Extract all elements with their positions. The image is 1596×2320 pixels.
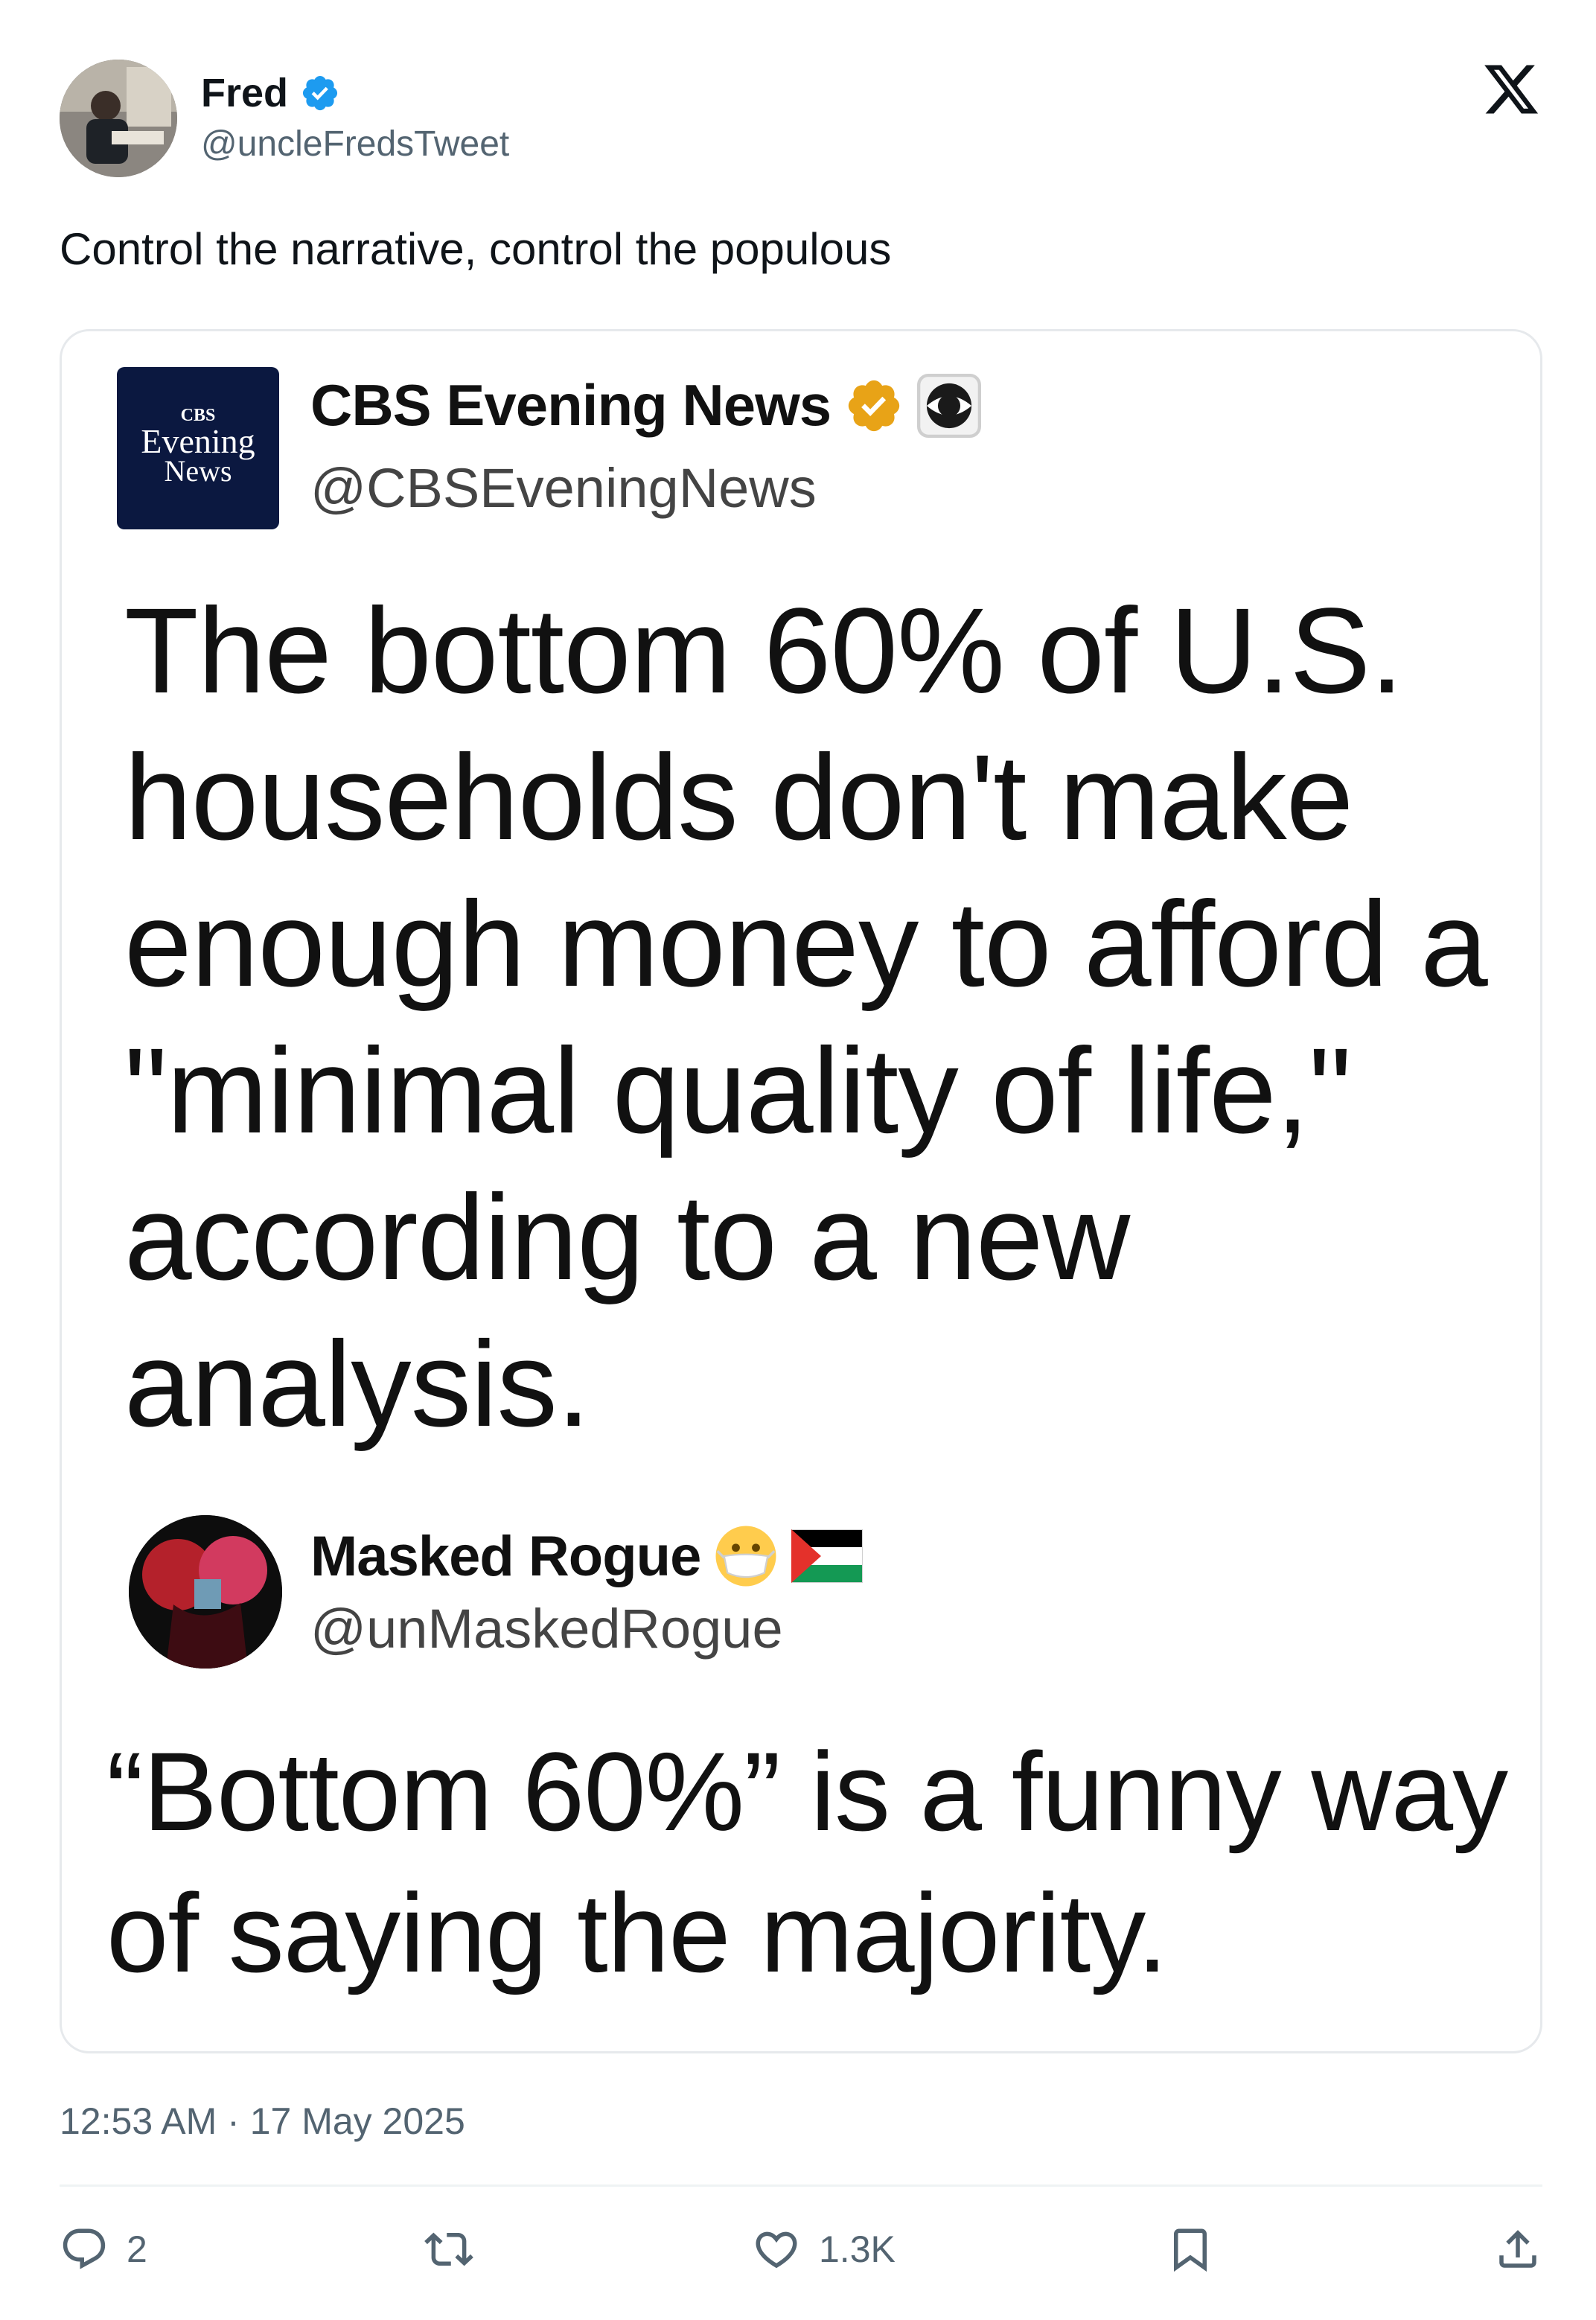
- action-bar: 2 1.3K: [60, 2216, 1542, 2283]
- source-name: CBS Evening News: [310, 372, 831, 438]
- reply-author-name: Masked Rogue: [310, 1524, 701, 1588]
- tweet-image[interactable]: CBS Evening News CBS Evening News @CBSEv…: [60, 329, 1542, 2053]
- repost-button[interactable]: [424, 2216, 491, 2283]
- reply-avatar: [129, 1515, 282, 1669]
- news-headline: The bottom 60% of U.S. households don't …: [124, 582, 1488, 1452]
- bookmark-icon: [1174, 2228, 1207, 2272]
- author-avatar[interactable]: [60, 60, 177, 177]
- reply-text: “Bottom 60%” is a funny way of saying th…: [106, 1729, 1508, 1995]
- palestine-flag-icon: [791, 1529, 864, 1583]
- mask-face-emoji-icon: [715, 1526, 776, 1587]
- source-handle: @CBSEveningNews: [310, 457, 817, 519]
- repost-icon: [424, 2232, 473, 2266]
- reply-count: 2: [127, 2228, 147, 2270]
- reply-icon: [63, 2228, 106, 2269]
- reply-author-handle: @unMaskedRogue: [310, 1598, 783, 1660]
- reply-button[interactable]: 2: [60, 2216, 147, 2283]
- gold-verified-badge-icon: [849, 380, 900, 431]
- cbs-logo: CBS Evening News: [117, 367, 279, 529]
- cbs-eye-icon: [917, 373, 982, 438]
- tweet-header: Fred @uncleFredsTweet: [60, 60, 1541, 179]
- divider: [60, 2184, 1542, 2187]
- share-button[interactable]: [1493, 2216, 1542, 2283]
- author-name[interactable]: Fred: [201, 70, 288, 116]
- share-icon: [1499, 2230, 1536, 2268]
- tweet-text: Control the narrative, control the popul…: [60, 224, 892, 274]
- verified-badge-icon: [302, 75, 338, 111]
- like-button[interactable]: 1.3K: [752, 2216, 896, 2283]
- tweet-timestamp[interactable]: 12:53 AM · 17 May 2025: [60, 2100, 465, 2143]
- heart-icon: [756, 2231, 797, 2269]
- bookmark-button[interactable]: [1166, 2216, 1215, 2283]
- author-handle[interactable]: @uncleFredsTweet: [201, 124, 509, 165]
- x-logo-icon[interactable]: [1481, 60, 1541, 119]
- like-count: 1.3K: [819, 2228, 896, 2270]
